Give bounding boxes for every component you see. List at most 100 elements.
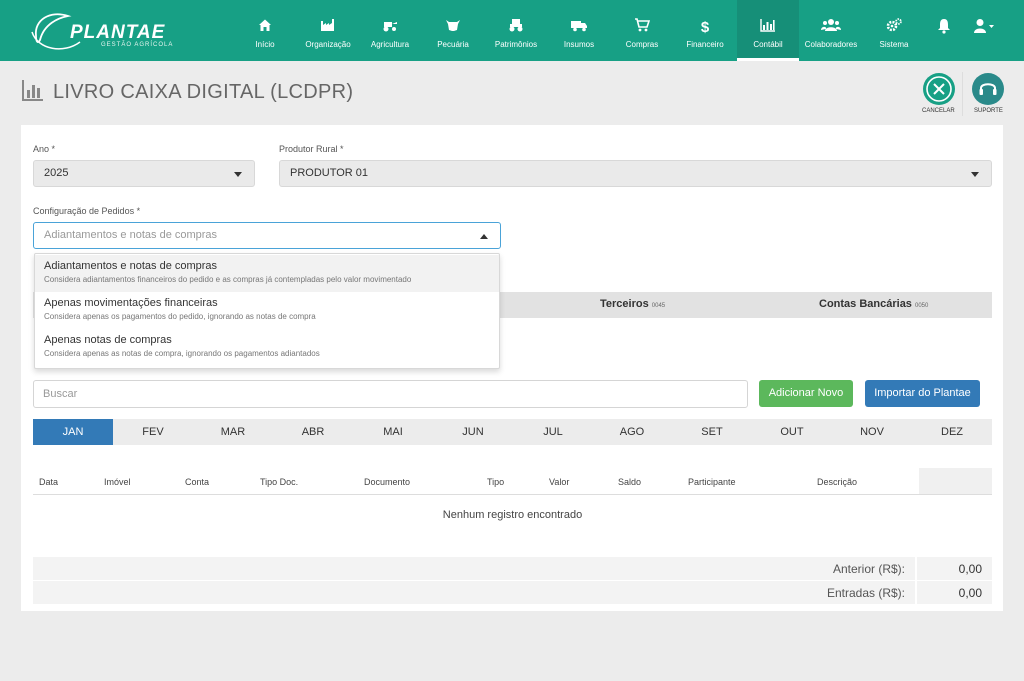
col-header-valor[interactable]: Valor bbox=[549, 477, 569, 487]
month-tab-jun[interactable]: JUN bbox=[433, 419, 513, 445]
col-header-descricao[interactable]: Descrição bbox=[817, 477, 857, 487]
brand-subtitle: GESTÃO AGRÍCOLA bbox=[101, 42, 174, 48]
brand-name: PLANTAE bbox=[70, 22, 166, 43]
month-tab-ago[interactable]: AGO bbox=[592, 419, 672, 445]
col-header-saldo[interactable]: Saldo bbox=[618, 477, 641, 487]
summary-value: 0,00 bbox=[958, 562, 982, 576]
nav-pecuaria[interactable]: Pecuária bbox=[436, 0, 470, 61]
page-title: LIVRO CAIXA DIGITAL (LCDPR) bbox=[53, 81, 354, 103]
tab-contas-bancarias[interactable]: Contas Bancárias 0050 bbox=[819, 298, 928, 310]
col-header-data[interactable]: Data bbox=[39, 477, 58, 487]
home-icon bbox=[250, 18, 280, 38]
summary-label: Anterior (R$): bbox=[832, 562, 905, 576]
nav-organizacao[interactable]: Organização bbox=[304, 0, 352, 61]
notifications-bell-icon[interactable] bbox=[937, 18, 951, 38]
month-tab-mar[interactable]: MAR bbox=[193, 419, 273, 445]
close-icon bbox=[926, 76, 952, 102]
tab-terceiros[interactable]: Terceiros 0045 bbox=[600, 298, 665, 310]
nav-financeiro[interactable]: $ Financeiro bbox=[684, 0, 726, 61]
nav-patrimonios[interactable]: Patrimônios bbox=[493, 0, 539, 61]
nav-colaboradores[interactable]: Colaboradores bbox=[803, 0, 859, 61]
month-tab-set[interactable]: SET bbox=[672, 419, 752, 445]
bar-chart-icon bbox=[21, 78, 45, 107]
table-header-actions bbox=[919, 468, 992, 495]
option-description: Considera adiantamentos financeiros do p… bbox=[44, 275, 412, 284]
nav-sistema[interactable]: Sistema bbox=[876, 0, 912, 61]
summary-row-anterior: Anterior (R$): 0,00 bbox=[33, 557, 992, 580]
nav-label: Organização bbox=[305, 40, 351, 49]
config-label: Configuração de Pedidos * bbox=[33, 206, 141, 216]
config-select[interactable]: Adiantamentos e notas de compras bbox=[33, 222, 501, 249]
col-header-documento[interactable]: Documento bbox=[364, 477, 410, 487]
nav-label: Agricultura bbox=[370, 40, 410, 49]
option-title: Adiantamentos e notas de compras bbox=[44, 260, 218, 272]
divider bbox=[915, 581, 917, 604]
divider bbox=[962, 72, 963, 116]
tractor-front-icon bbox=[493, 18, 539, 38]
col-header-participante[interactable]: Participante bbox=[688, 477, 736, 487]
nav-compras[interactable]: Compras bbox=[624, 0, 660, 61]
summary-value: 0,00 bbox=[958, 586, 982, 600]
nav-agricultura[interactable]: Agricultura bbox=[368, 0, 412, 61]
option-title: Apenas notas de compras bbox=[44, 334, 172, 346]
tab-label: Terceiros bbox=[600, 298, 649, 310]
nav-inicio[interactable]: Início bbox=[250, 0, 280, 61]
factory-icon bbox=[304, 18, 352, 38]
month-tabs: JAN FEV MAR ABR MAI JUN JUL AGO SET OUT … bbox=[33, 419, 992, 445]
col-header-tipo-doc[interactable]: Tipo Doc. bbox=[260, 477, 298, 487]
month-tab-fev[interactable]: FEV bbox=[113, 419, 193, 445]
nav-label: Sistema bbox=[879, 40, 909, 49]
nav-label: Pecuária bbox=[437, 40, 469, 49]
user-menu-icon[interactable] bbox=[973, 18, 995, 38]
summary-row-entradas: Entradas (R$): 0,00 bbox=[33, 581, 992, 604]
ano-value: 2025 bbox=[44, 167, 69, 179]
produtor-select[interactable]: PRODUTOR 01 bbox=[279, 160, 992, 187]
month-tab-abr[interactable]: ABR bbox=[273, 419, 353, 445]
config-dropdown-menu: Adiantamentos e notas de compras Conside… bbox=[34, 253, 500, 369]
support-button[interactable] bbox=[972, 73, 1004, 105]
chevron-up-icon bbox=[480, 234, 488, 239]
month-tab-mai[interactable]: MAI bbox=[353, 419, 433, 445]
config-placeholder: Adiantamentos e notas de compras bbox=[44, 229, 218, 241]
month-tab-jul[interactable]: JUL bbox=[513, 419, 593, 445]
support-label: SUPORTE bbox=[974, 108, 1003, 114]
produtor-value: PRODUTOR 01 bbox=[290, 167, 369, 179]
plantae-logo[interactable]: PLANTAE GESTÃO AGRÍCOLA bbox=[28, 6, 178, 54]
produtor-label: Produtor Rural * bbox=[279, 144, 344, 154]
month-tab-out[interactable]: OUT bbox=[752, 419, 832, 445]
nav-label: Financeiro bbox=[686, 40, 724, 49]
col-header-conta[interactable]: Conta bbox=[185, 477, 209, 487]
dropdown-option-movimentacoes[interactable]: Apenas movimentações financeiras Conside… bbox=[35, 292, 499, 329]
search-input[interactable]: Buscar bbox=[33, 380, 748, 408]
nav-insumos[interactable]: Insumos bbox=[562, 0, 596, 61]
add-new-button[interactable]: Adicionar Novo bbox=[759, 380, 853, 407]
nav-label: Compras bbox=[625, 40, 659, 49]
month-tab-dez[interactable]: DEZ bbox=[912, 419, 992, 445]
option-description: Considera apenas os pagamentos do pedido… bbox=[44, 312, 316, 321]
cancel-button[interactable] bbox=[923, 73, 955, 105]
option-description: Considera apenas as notas de compra, ign… bbox=[44, 349, 320, 358]
month-tab-jan[interactable]: JAN bbox=[33, 419, 113, 445]
nav-label: Colaboradores bbox=[804, 40, 858, 49]
tab-code: 0050 bbox=[915, 303, 929, 309]
divider bbox=[33, 494, 992, 495]
import-plantae-button[interactable]: Importar do Plantae bbox=[865, 380, 980, 407]
users-icon bbox=[803, 18, 859, 38]
cart-icon bbox=[624, 18, 660, 38]
truck-icon bbox=[562, 18, 596, 38]
ano-label: Ano * bbox=[33, 144, 56, 154]
ano-select[interactable]: 2025 bbox=[33, 160, 255, 187]
col-header-tipo[interactable]: Tipo bbox=[487, 477, 504, 487]
dropdown-option-notas[interactable]: Apenas notas de compras Considera apenas… bbox=[35, 329, 499, 366]
nav-contabil[interactable]: Contábil bbox=[737, 0, 799, 61]
tab-label: Contas Bancárias bbox=[819, 298, 912, 310]
dropdown-option-adiantamentos[interactable]: Adiantamentos e notas de compras Conside… bbox=[35, 255, 499, 292]
cancel-label: CANCELAR bbox=[922, 108, 955, 114]
col-header-imovel[interactable]: Imóvel bbox=[104, 477, 131, 487]
tractor-icon bbox=[368, 18, 412, 38]
empty-table-message: Nenhum registro encontrado bbox=[442, 509, 583, 521]
month-tab-nov[interactable]: NOV bbox=[832, 419, 912, 445]
chevron-down-icon bbox=[234, 172, 242, 177]
headset-icon bbox=[979, 83, 997, 95]
cow-icon bbox=[436, 18, 470, 38]
